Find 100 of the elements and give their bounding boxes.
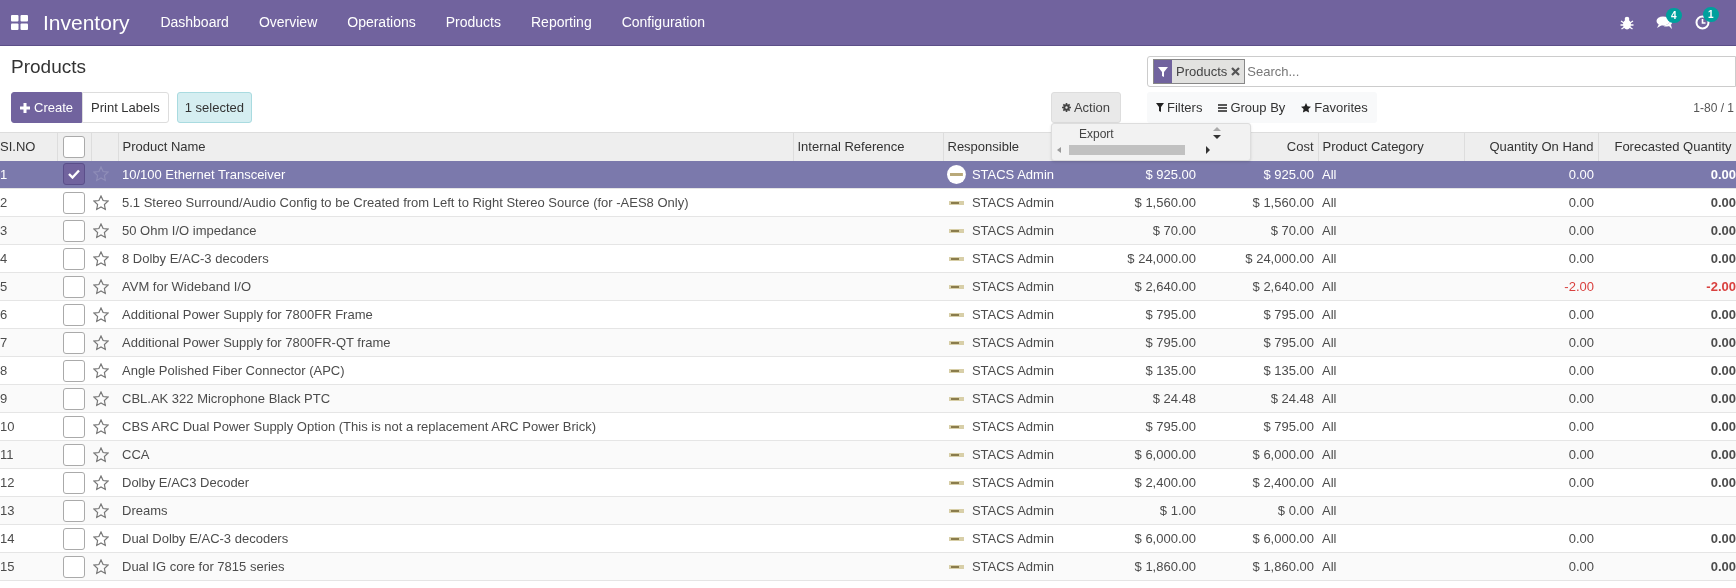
user-name: STACS Admin bbox=[971, 165, 1054, 184]
row-checkbox[interactable] bbox=[63, 471, 85, 494]
column-header[interactable]: Product Name bbox=[118, 132, 793, 161]
table-cell: 0.00 bbox=[1464, 244, 1598, 273]
menu-item[interactable]: Products bbox=[430, 12, 516, 33]
table-cell: 0.00 bbox=[1598, 244, 1736, 273]
table-cell: $ 2,640.00 bbox=[1200, 272, 1318, 301]
table-cell: Additional Power Supply for 7800FR-QT frame bbox=[118, 328, 793, 357]
row-checkbox[interactable] bbox=[63, 163, 85, 186]
table-cell: All bbox=[1318, 440, 1464, 469]
app-name[interactable]: Inventory bbox=[43, 6, 130, 39]
star-icon[interactable] bbox=[93, 530, 109, 547]
star-icon[interactable] bbox=[93, 194, 109, 211]
column-header[interactable]: Product Category bbox=[1318, 132, 1464, 161]
action-button[interactable]: Action bbox=[1051, 92, 1121, 123]
row-checkbox[interactable] bbox=[63, 359, 85, 382]
table-cell: All bbox=[1318, 356, 1464, 385]
user-name: STACS Admin bbox=[971, 277, 1054, 296]
table-cell: 8 bbox=[0, 356, 57, 385]
star-icon[interactable] bbox=[93, 278, 109, 295]
column-header[interactable]: Quantity On Hand bbox=[1464, 132, 1598, 161]
menu-item[interactable]: Configuration bbox=[606, 12, 720, 33]
table-cell: CBS ARC Dual Power Supply Option (This is not a replacement ARC Power Brick) bbox=[118, 412, 793, 441]
table-cell: 10 bbox=[0, 412, 57, 441]
row-checkbox[interactable] bbox=[63, 415, 85, 438]
bug-icon[interactable] bbox=[1620, 15, 1634, 30]
row-checkbox[interactable] bbox=[63, 303, 85, 326]
star-icon[interactable] bbox=[93, 222, 109, 239]
table-cell: All bbox=[1318, 328, 1464, 357]
scroll-arrows-icon[interactable] bbox=[1212, 126, 1222, 140]
user-name: STACS Admin bbox=[971, 389, 1054, 408]
menu-item[interactable]: Overview bbox=[243, 12, 333, 33]
row-checkbox[interactable] bbox=[63, 443, 85, 466]
user-name: STACS Admin bbox=[971, 305, 1054, 324]
user-name: STACS Admin bbox=[971, 333, 1054, 352]
star-icon[interactable] bbox=[93, 558, 109, 575]
close-icon[interactable] bbox=[1231, 67, 1241, 76]
menu-item[interactable]: Reporting bbox=[516, 12, 607, 33]
check-icon bbox=[68, 169, 80, 180]
table-cell: All bbox=[1318, 496, 1464, 525]
column-header[interactable]: Internal Reference bbox=[793, 132, 943, 161]
row-checkbox[interactable] bbox=[63, 527, 85, 550]
row-checkbox[interactable] bbox=[63, 247, 85, 270]
row-checkbox[interactable] bbox=[63, 555, 85, 578]
table-cell: $ 795.00 bbox=[1200, 300, 1318, 329]
avatar-icon bbox=[948, 480, 964, 485]
row-checkbox[interactable] bbox=[63, 331, 85, 354]
table-cell: AVM for Wideband I/O bbox=[118, 272, 793, 301]
star-icon[interactable] bbox=[93, 502, 109, 519]
menu-item[interactable]: Dashboard bbox=[145, 12, 244, 33]
row-checkbox[interactable] bbox=[63, 275, 85, 298]
star-icon[interactable] bbox=[93, 250, 109, 267]
star-icon[interactable] bbox=[93, 446, 109, 463]
user-name: STACS Admin bbox=[971, 221, 1054, 240]
table-cell: All bbox=[1318, 468, 1464, 497]
create-button[interactable]: Create bbox=[11, 92, 83, 123]
star-icon[interactable] bbox=[93, 418, 109, 435]
row-checkbox[interactable] bbox=[63, 191, 85, 214]
clock-icon[interactable] bbox=[1695, 15, 1710, 30]
print-labels-button[interactable]: Print Labels bbox=[82, 92, 169, 123]
facet-label: Products bbox=[1175, 62, 1229, 81]
avatar-icon bbox=[948, 564, 964, 569]
star-icon[interactable] bbox=[93, 474, 109, 491]
horizontal-scrollbar[interactable] bbox=[1055, 144, 1213, 156]
table-cell: $ 70.00 bbox=[1200, 216, 1318, 245]
filters-button[interactable]: Filters bbox=[1153, 92, 1206, 123]
search-field[interactable]: Products Search... bbox=[1147, 56, 1736, 87]
table-cell: 0.00 bbox=[1598, 188, 1736, 217]
table-cell: $ 925.00 bbox=[1200, 160, 1318, 189]
table-cell: All bbox=[1318, 300, 1464, 329]
row-checkbox[interactable] bbox=[63, 387, 85, 410]
table-cell: 2 bbox=[0, 188, 57, 217]
star-icon[interactable] bbox=[93, 362, 109, 379]
row-checkbox[interactable] bbox=[63, 219, 85, 242]
column-header[interactable]: SI.NO bbox=[0, 132, 57, 161]
table-cell: 0.00 bbox=[1598, 440, 1736, 469]
avatar-icon bbox=[948, 340, 964, 345]
table-cell: $ 24.48 bbox=[1200, 384, 1318, 413]
table-cell: All bbox=[1318, 272, 1464, 301]
menu-item[interactable]: Operations bbox=[332, 12, 431, 33]
star-icon[interactable] bbox=[93, 334, 109, 351]
table-cell: $ 0.00 bbox=[1200, 496, 1318, 525]
table-cell: Additional Power Supply for 7800FR Frame bbox=[118, 300, 793, 329]
column-header[interactable]: Forecasted Quantity bbox=[1598, 132, 1736, 161]
table-cell: All bbox=[1318, 216, 1464, 245]
avatar-icon bbox=[948, 396, 964, 401]
menu-item[interactable]: Export bbox=[1079, 127, 1114, 141]
table-cell: 50 Ohm I/O impedance bbox=[118, 216, 793, 245]
star-icon[interactable] bbox=[93, 306, 109, 323]
select-all-checkbox[interactable] bbox=[63, 135, 85, 158]
user-name: STACS Admin bbox=[971, 249, 1054, 268]
table-cell: $ 2,400.00 bbox=[1200, 468, 1318, 497]
table-cell: 0.00 bbox=[1464, 440, 1598, 469]
star-icon[interactable] bbox=[93, 390, 109, 407]
group-by-button[interactable]: Group By bbox=[1215, 92, 1289, 123]
row-checkbox[interactable] bbox=[63, 499, 85, 522]
search-input[interactable]: Search... bbox=[1247, 61, 1735, 82]
table-cell: All bbox=[1318, 524, 1464, 553]
favorites-button[interactable]: Favorites bbox=[1298, 92, 1371, 123]
apps-menu-icon[interactable] bbox=[11, 15, 28, 30]
